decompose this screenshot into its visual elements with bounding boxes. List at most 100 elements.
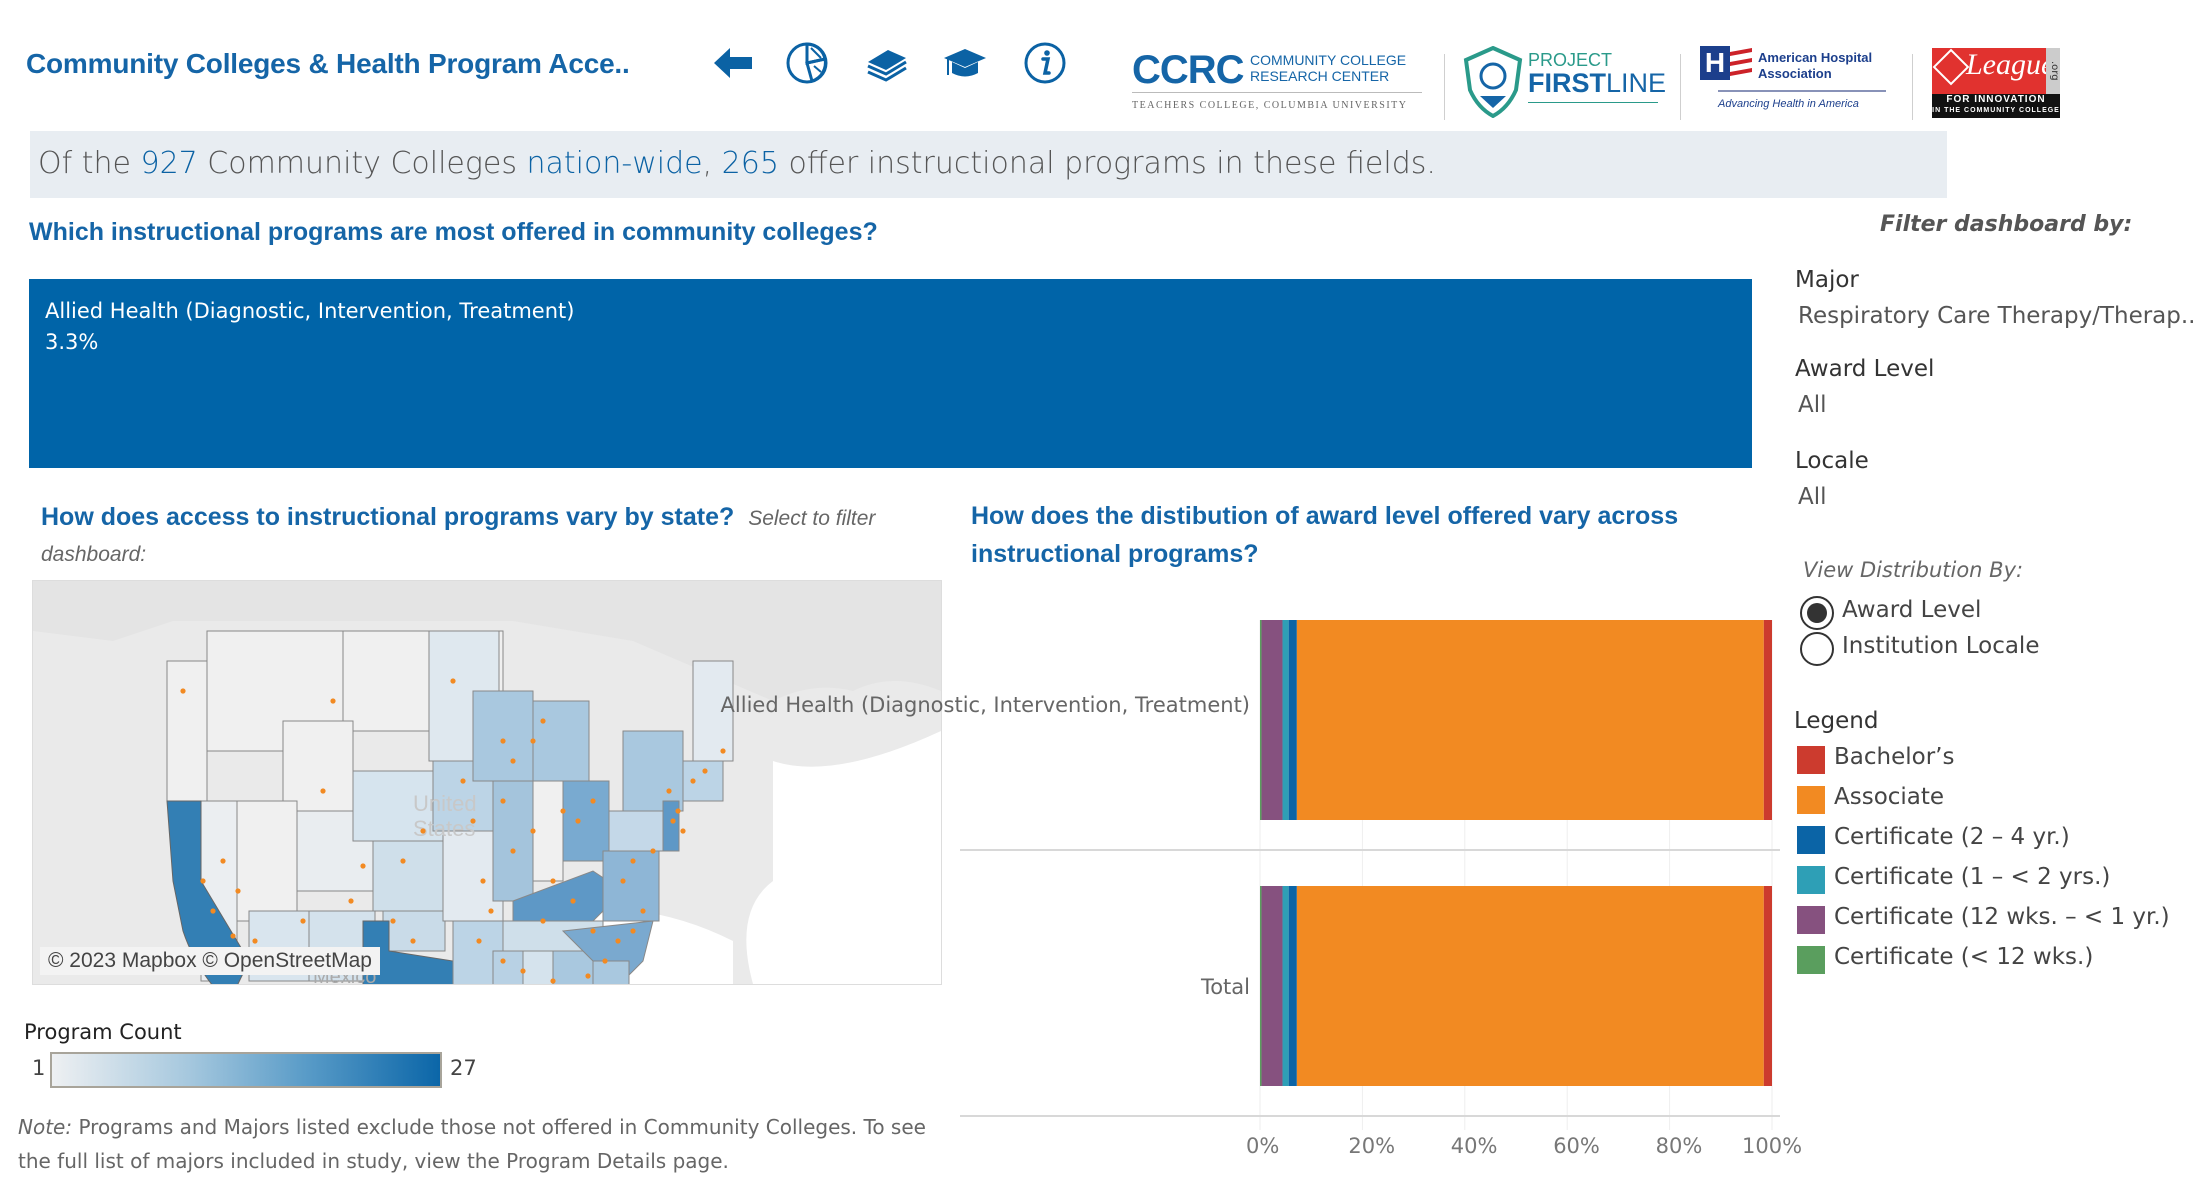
- legend-item-label[interactable]: Certificate (< 12 wks.): [1834, 944, 2093, 970]
- aha-line2: Association: [1758, 66, 1832, 81]
- state-oklahoma[interactable]: [382, 910, 446, 952]
- bar-segment[interactable]: [1261, 620, 1283, 820]
- college-dot: [252, 938, 258, 944]
- banner-pre: Of the: [38, 146, 141, 181]
- legend-item-label[interactable]: Certificate (1 – < 2 yrs.): [1834, 864, 2110, 890]
- graduation-cap-icon[interactable]: [942, 40, 988, 86]
- bar-segment[interactable]: [1260, 620, 1262, 820]
- state-michigan[interactable]: [532, 700, 590, 782]
- ccrc-logo: CCRC COMMUNITY COLLEGE RESEARCH CENTER T…: [1132, 42, 1432, 122]
- college-dot: [590, 798, 596, 804]
- state-map[interactable]: United States Mexico: [32, 580, 942, 985]
- legend-swatch[interactable]: [1797, 906, 1825, 934]
- college-dot: [520, 968, 526, 974]
- legend-swatch[interactable]: [1797, 946, 1825, 974]
- college-dot: [620, 878, 626, 884]
- state-illinois[interactable]: [492, 780, 534, 902]
- college-dot: [460, 778, 466, 784]
- legend-item-label[interactable]: Certificate (12 wks. – < 1 yr.): [1834, 904, 2170, 930]
- college-dot: [640, 908, 646, 914]
- treemap-tile-name: Allied Health (Diagnostic, Intervention,…: [45, 299, 575, 323]
- state-utah[interactable]: [236, 800, 298, 922]
- state-mississippi[interactable]: [492, 950, 524, 984]
- banner-mid1: Community Colleges: [197, 146, 527, 181]
- legend-item-label[interactable]: Certificate (2 – 4 yr.): [1834, 824, 2070, 850]
- bar-segment[interactable]: [1288, 886, 1297, 1086]
- college-dot: [570, 898, 576, 904]
- filter-major-select[interactable]: Respiratory Care Therapy/Therap..: [1798, 303, 2196, 329]
- state-wisconsin[interactable]: [472, 690, 534, 782]
- legend-swatch[interactable]: [1797, 746, 1825, 774]
- college-dot: [348, 898, 354, 904]
- college-dot: [200, 878, 206, 884]
- bar-segment[interactable]: [1296, 620, 1764, 820]
- filter-award-level-label: Award Level: [1795, 356, 1935, 382]
- state-pennsylvania[interactable]: [608, 810, 666, 852]
- college-dot: [476, 938, 482, 944]
- state-washington-oregon[interactable]: [166, 660, 208, 802]
- legend-item-label[interactable]: Associate: [1834, 784, 1944, 810]
- map-attribution: © 2023 Mapbox © OpenStreetMap: [40, 947, 380, 975]
- info-icon[interactable]: [1022, 40, 1068, 86]
- x-tick-label: 60%: [1553, 1134, 1600, 1158]
- college-dot: [500, 798, 506, 804]
- legend-item-label[interactable]: Bachelor’s: [1834, 744, 1954, 770]
- state-new-england[interactable]: [682, 760, 724, 802]
- state-south-carolina[interactable]: [592, 960, 630, 984]
- college-dot: [585, 973, 591, 979]
- state-ohio[interactable]: [562, 780, 610, 862]
- bar-segment[interactable]: [1296, 886, 1764, 1086]
- books-icon[interactable]: [864, 40, 910, 86]
- footnote-text: Programs and Majors listed exclude those…: [18, 1115, 926, 1173]
- college-dot: [235, 888, 241, 894]
- aha-logo: H American Hospital Association Advancin…: [1700, 42, 1900, 122]
- state-georgia[interactable]: [552, 950, 594, 984]
- filter-major-label: Major: [1795, 267, 1859, 293]
- x-tick-label: 40%: [1450, 1134, 1498, 1158]
- legend-swatch[interactable]: [1797, 866, 1825, 894]
- ccrc-sub: TEACHERS COLLEGE, COLUMBIA UNIVERSITY: [1132, 100, 1408, 111]
- program-count-max: 27: [450, 1056, 477, 1080]
- bar-segment[interactable]: [1282, 620, 1289, 820]
- college-dot: [450, 678, 456, 684]
- map-heading-text: How does access to instructional program…: [41, 503, 735, 531]
- bar-segment[interactable]: [1260, 886, 1262, 1086]
- college-dot: [420, 828, 426, 834]
- legend-swatch[interactable]: [1797, 826, 1825, 854]
- league-script: League: [1966, 48, 2055, 81]
- college-dot: [666, 788, 672, 794]
- state-new-york[interactable]: [622, 730, 684, 812]
- state-kansas[interactable]: [372, 840, 446, 912]
- college-dot: [720, 748, 726, 754]
- bar-segment[interactable]: [1288, 620, 1297, 820]
- ccrc-line1: COMMUNITY COLLEGE: [1250, 52, 1407, 68]
- state-new-jersey[interactable]: [662, 800, 680, 852]
- state-wyoming[interactable]: [282, 720, 354, 812]
- bar-segment[interactable]: [1261, 886, 1283, 1086]
- state-alabama[interactable]: [522, 950, 554, 984]
- college-dot: [540, 718, 546, 724]
- total-colleges-count: 927: [140, 146, 198, 181]
- league-line2: IN THE COMMUNITY COLLEGE: [1932, 107, 2060, 114]
- radio-institution-locale[interactable]: [1800, 632, 1834, 666]
- bar-segment[interactable]: [1763, 620, 1772, 820]
- league-logo: League .org FOR INNOVATION IN THE COMMUN…: [1932, 48, 2060, 118]
- college-dot: [615, 938, 621, 944]
- us-map-svg[interactable]: United States Mexico: [33, 581, 941, 984]
- bar-segment[interactable]: [1282, 886, 1289, 1086]
- state-indiana[interactable]: [532, 780, 564, 882]
- pie-chart-icon[interactable]: [784, 40, 830, 86]
- college-dot: [550, 978, 556, 984]
- radio-institution-locale-label[interactable]: Institution Locale: [1842, 633, 2039, 659]
- radio-award-level[interactable]: [1800, 596, 1834, 630]
- back-arrow-icon[interactable]: [710, 40, 756, 86]
- filter-locale-select[interactable]: All: [1798, 484, 1827, 510]
- legend-swatch[interactable]: [1797, 786, 1825, 814]
- bar-segment[interactable]: [1763, 886, 1772, 1086]
- filter-award-level-select[interactable]: All: [1798, 392, 1827, 418]
- treemap-tile-value: 3.3%: [45, 330, 99, 354]
- project-firstline-logo: PROJECT FIRSTLINE: [1462, 42, 1666, 122]
- radio-award-level-label[interactable]: Award Level: [1842, 597, 1981, 623]
- college-dot: [690, 778, 696, 784]
- college-dot: [702, 768, 708, 774]
